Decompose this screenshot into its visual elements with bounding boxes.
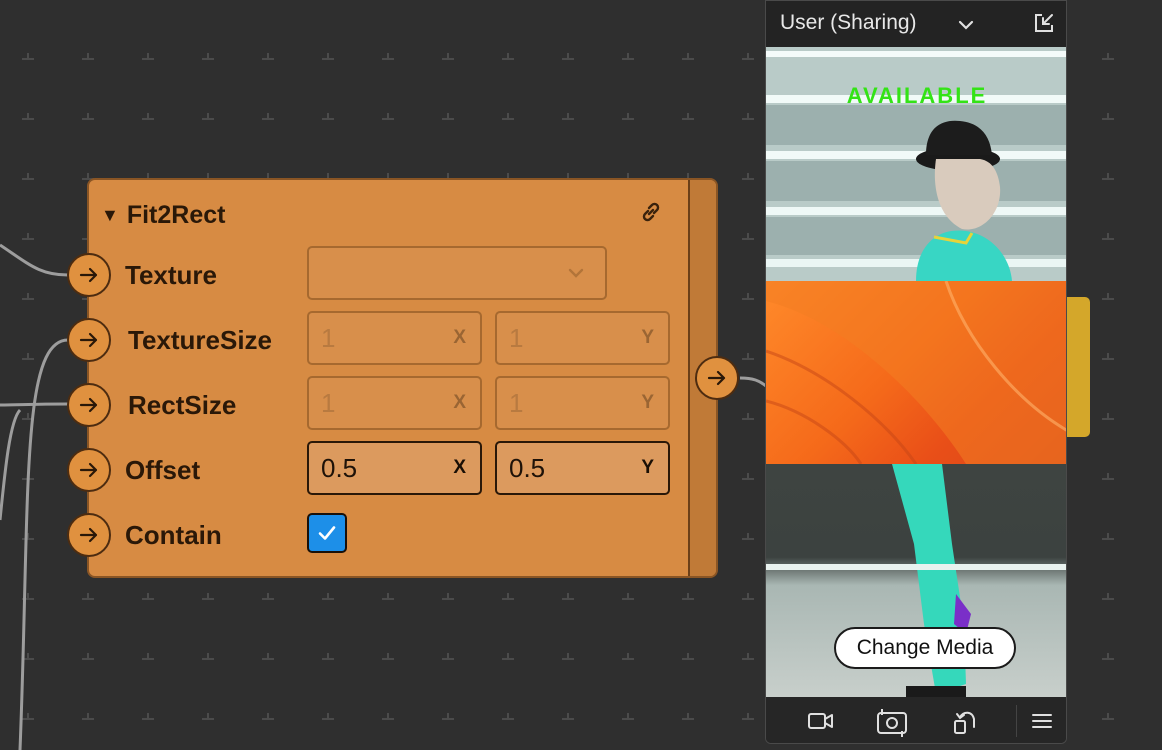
offset-x-field[interactable]: 0.5 X xyxy=(307,441,482,495)
rectsize-y-field[interactable]: 1 Y xyxy=(495,376,670,430)
popout-icon[interactable] xyxy=(1032,11,1056,35)
offset-y-value: 0.5 xyxy=(509,452,546,483)
chevron-down-icon[interactable] xyxy=(956,15,976,35)
checkmark-icon xyxy=(318,526,336,540)
node-title: Fit2Rect xyxy=(126,200,226,229)
y-axis-label: Y xyxy=(641,327,654,348)
arrow-right-icon xyxy=(79,332,98,348)
contain-input-port[interactable] xyxy=(67,513,111,557)
rectsize-x-value: 1 xyxy=(321,387,336,418)
arrow-right-icon xyxy=(79,397,98,413)
x-axis-label: X xyxy=(453,457,466,478)
texturesize-x-value: 1 xyxy=(321,322,336,353)
panel-title[interactable]: User (Sharing) xyxy=(780,11,917,35)
texturesize-x-field[interactable]: 1 X xyxy=(307,311,482,365)
contain-label: Contain xyxy=(125,520,222,550)
offset-y-field[interactable]: 0.5 Y xyxy=(495,441,670,495)
node-header[interactable]: ▼ Fit2Rect xyxy=(101,200,225,230)
change-media-button[interactable]: Change Media xyxy=(834,627,1016,669)
y-axis-label: Y xyxy=(641,457,654,478)
video-camera-icon[interactable] xyxy=(806,707,836,735)
offset-x-value: 0.5 xyxy=(321,452,358,483)
x-axis-label: X xyxy=(453,327,466,348)
arrow-right-icon xyxy=(79,267,98,283)
link-icon[interactable] xyxy=(639,200,663,224)
texturesize-y-field[interactable]: 1 Y xyxy=(495,311,670,365)
texture-label: Texture xyxy=(125,260,217,290)
rotate-icon[interactable] xyxy=(950,707,980,737)
arrow-right-icon xyxy=(79,462,98,478)
texturesize-input-port[interactable] xyxy=(67,318,111,362)
chevron-down-icon xyxy=(568,268,584,278)
texturesize-label: TextureSize xyxy=(128,325,273,355)
output-port[interactable] xyxy=(695,356,739,400)
offset-label: Offset xyxy=(125,455,201,485)
rectsize-label: RectSize xyxy=(128,390,237,420)
video-middle-segment xyxy=(766,280,1066,465)
contain-checkbox[interactable] xyxy=(307,513,347,553)
rectsize-x-field[interactable]: 1 X xyxy=(307,376,482,430)
shared-video-feed[interactable]: AVAILABLE Change Media xyxy=(766,47,1066,697)
availability-overlay: AVAILABLE xyxy=(846,83,988,108)
menu-icon[interactable] xyxy=(1030,709,1054,733)
rectsize-input-port[interactable] xyxy=(67,383,111,427)
texture-input-port[interactable] xyxy=(67,253,111,297)
switch-camera-icon[interactable] xyxy=(874,707,910,737)
arrow-right-icon xyxy=(79,527,98,543)
panel-header: User (Sharing) xyxy=(766,1,1066,47)
offset-input-port[interactable] xyxy=(67,448,111,492)
y-axis-label: Y xyxy=(641,392,654,413)
panel-toolbar xyxy=(766,697,1066,743)
texturesize-y-value: 1 xyxy=(509,322,524,353)
arrow-right-icon xyxy=(707,370,726,386)
collapsed-node-tab[interactable] xyxy=(1066,297,1090,437)
texture-dropdown[interactable] xyxy=(307,246,607,300)
rectsize-y-value: 1 xyxy=(509,387,524,418)
toolbar-divider xyxy=(1016,705,1017,737)
x-axis-label: X xyxy=(453,392,466,413)
collapse-triangle-icon[interactable]: ▼ xyxy=(101,205,119,226)
video-sharing-panel: User (Sharing) AVAILABLE Change Media xyxy=(765,0,1067,744)
orange-wallpaper xyxy=(766,280,1066,465)
